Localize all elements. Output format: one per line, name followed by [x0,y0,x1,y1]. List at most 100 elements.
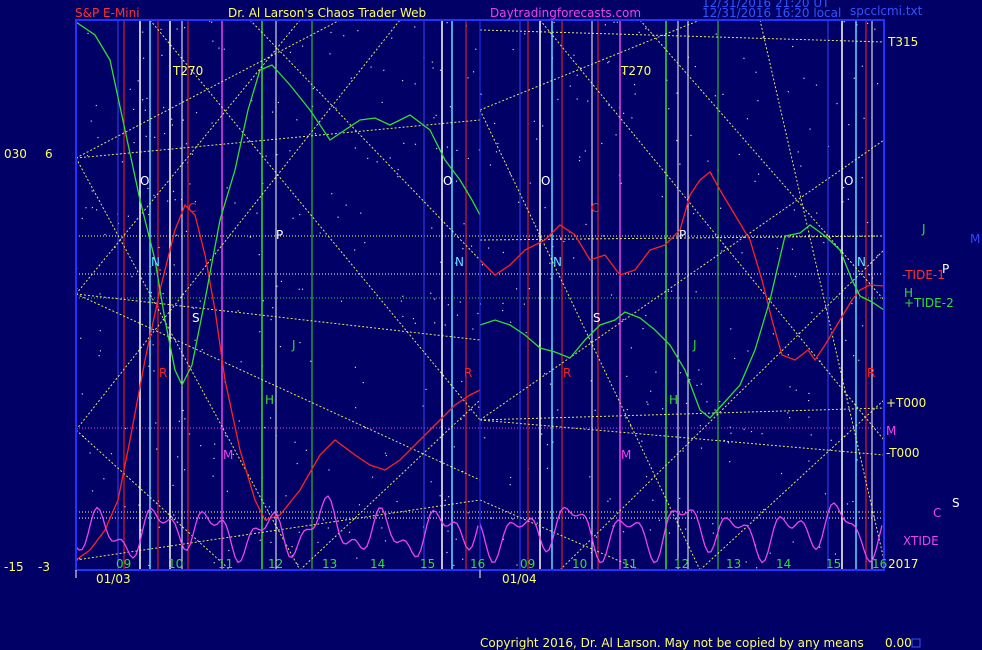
star-dot [696,384,698,387]
star-dot [276,154,278,156]
star-dot [357,30,359,32]
star-dot [824,493,827,495]
star-dot [432,67,434,69]
star-dot [579,156,581,158]
star-dot [317,541,319,544]
star-dot [516,564,518,566]
star-dot [191,153,194,155]
hour-tick-label: 13 [726,557,741,571]
star-dot [494,122,496,125]
star-dot [144,109,146,111]
star-dot [607,500,609,502]
star-dot [650,390,652,392]
star-dot [87,32,89,35]
label-m-right: M [886,424,896,438]
star-dot [467,512,469,514]
event-marker-label: J [692,338,697,352]
star-dot [462,558,464,560]
star-dot [226,187,228,189]
star-dot [99,293,101,295]
star-dot [340,300,343,302]
star-dot [470,245,473,247]
site-title[interactable]: Daytradingforecasts.com [490,6,641,20]
event-marker-label: R [464,366,472,380]
legend-tide-2: +TIDE-2 [904,296,954,310]
star-dot [335,107,337,109]
star-dot [99,330,101,332]
star-dot [712,532,714,534]
date-label-1: 01/03 [96,572,131,586]
event-marker-label: N [553,255,562,269]
star-dot [609,498,611,500]
star-dot [472,328,474,330]
star-dot [679,497,681,500]
star-dot [147,187,149,190]
star-dot [162,293,164,295]
star-dot [364,242,366,244]
file-name: spcclcmi.txt [850,4,923,18]
star-dot [808,416,810,418]
star-dot [754,180,756,182]
star-dot [601,142,603,145]
star-dot [846,503,849,505]
star-dot [573,257,575,259]
star-dot [816,212,818,214]
hour-tick-label: 15 [420,557,435,571]
star-dot [487,247,490,249]
star-dot [98,354,100,357]
star-dot [150,292,153,294]
star-dot [289,51,292,53]
star-dot [259,539,261,541]
star-dot [383,69,385,71]
star-dot [91,490,94,492]
star-dot [560,237,562,239]
star-dot [176,28,178,30]
star-dot [455,538,457,540]
star-dot [595,536,598,538]
star-dot [148,213,150,216]
event-marker-label: H [265,393,274,407]
star-dot [327,527,329,529]
star-dot [620,182,622,184]
star-dot [276,285,278,287]
star-dot [97,136,99,139]
label-t315: T315 [887,35,918,49]
star-dot [625,417,627,419]
star-dot [153,370,155,372]
star-dot [622,318,624,321]
star-dot [384,540,387,542]
star-dot [171,124,174,126]
star-dot [852,500,854,503]
star-dot [103,478,105,480]
star-dot [370,66,372,68]
star-dot [296,119,298,121]
star-dot [729,461,731,463]
hour-tick-label: 12 [674,557,689,571]
star-dot [692,213,695,215]
star-dot [858,359,860,361]
star-dot [649,529,651,531]
star-dot [154,136,156,138]
star-dot [459,301,461,303]
star-dot [714,409,716,411]
star-dot [757,100,759,102]
star-dot [594,409,596,411]
star-dot [271,111,274,113]
star-dot [700,447,703,449]
star-dot [213,457,215,459]
star-dot [328,469,330,471]
star-dot [861,325,864,327]
star-dot [131,275,133,278]
star-dot [714,95,716,97]
star-dot [167,200,169,202]
star-dot [719,400,721,403]
star-dot [280,280,283,282]
star-dot [587,100,589,102]
star-dot [758,173,760,175]
event-marker-label: T270 [172,64,203,78]
star-dot [761,433,763,435]
label-t000-plus: +T000 [886,396,926,410]
star-dot [585,223,587,226]
star-dot [174,199,176,201]
star-dot [153,194,155,197]
